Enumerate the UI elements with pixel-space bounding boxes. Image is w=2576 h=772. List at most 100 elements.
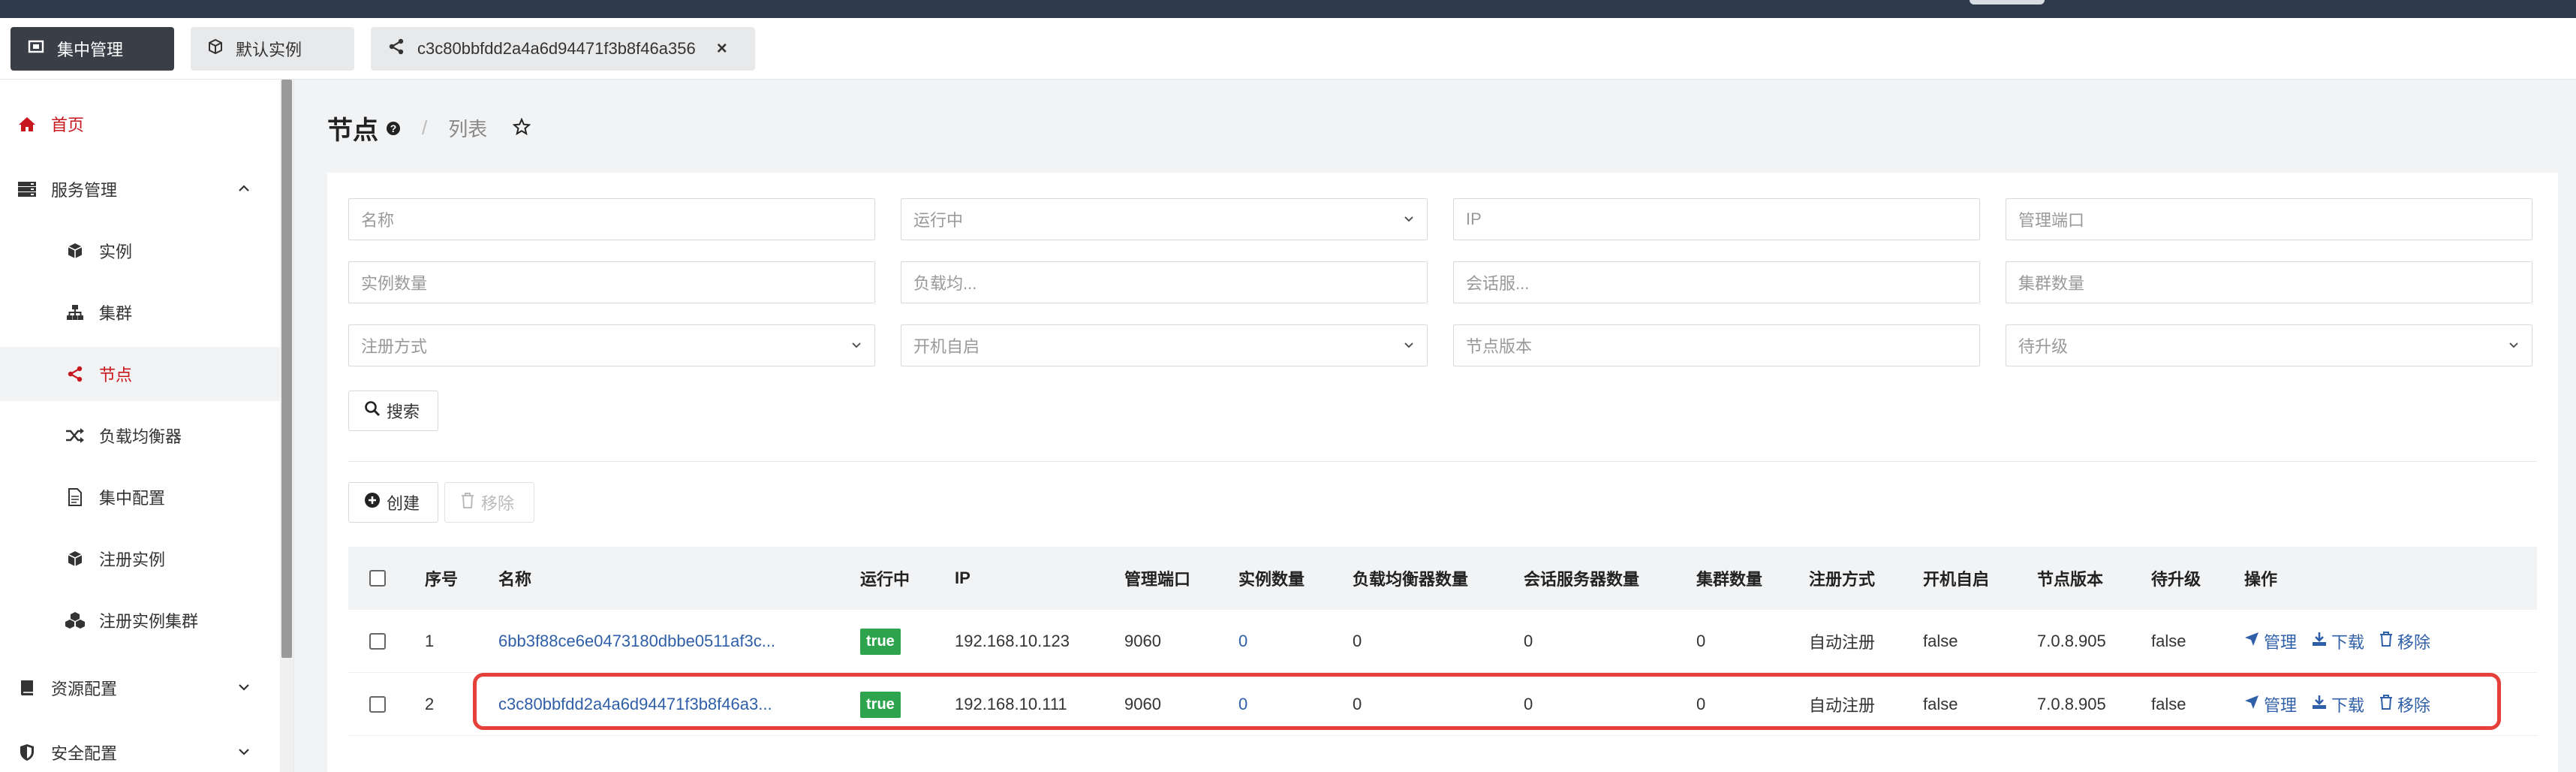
column-header[interactable]: 会话服务器数量 xyxy=(1524,547,1639,610)
filter-mgmt-port-input[interactable]: 管理端口 xyxy=(2006,198,2532,240)
column-header[interactable]: 集群数量 xyxy=(1696,547,1762,610)
question-circle-icon[interactable]: ? xyxy=(386,113,401,143)
close-icon[interactable]: × xyxy=(717,38,727,59)
row-checkbox[interactable] xyxy=(369,696,386,713)
list-card: 名称 运行中 IP 管理端口 实例数量 负载均... 会话服... 集群数量 注… xyxy=(327,173,2558,772)
sidebar-item-central-config[interactable]: 集中配置 xyxy=(0,470,281,524)
star-icon[interactable] xyxy=(512,113,531,143)
sidebar-item-node[interactable]: 节点 xyxy=(0,347,281,401)
tab-label: c3c80bbfdd2a4a6d94471f3b8f46a356 xyxy=(417,39,696,58)
sidebar-item-label: 实例 xyxy=(99,243,133,261)
column-header[interactable]: 名称 xyxy=(498,547,531,610)
manage-action[interactable]: 管理 xyxy=(2244,629,2297,653)
chevron-down-icon xyxy=(850,337,862,358)
tab-default-instance[interactable]: 默认实例 xyxy=(191,27,354,71)
row-select-cell xyxy=(369,673,386,736)
header-button[interactable] xyxy=(1970,0,2045,5)
filter-upgrade-select[interactable]: 待升级 xyxy=(2006,324,2532,366)
table-row[interactable]: 1 6bb3f88ce6e0473180dbbe0511af3c... true… xyxy=(348,610,2537,673)
sidebar-item-instance[interactable]: 实例 xyxy=(0,224,281,278)
autostart-cell: false xyxy=(1923,632,1958,650)
select-all-cell xyxy=(369,547,386,610)
column-header[interactable]: 待升级 xyxy=(2151,547,2201,610)
svg-text:?: ? xyxy=(390,122,397,134)
file-icon xyxy=(63,488,87,506)
sidebar-scrollbar-thumb[interactable] xyxy=(281,80,292,658)
filter-ip-input[interactable]: IP xyxy=(1453,198,1980,240)
column-header[interactable]: 实例数量 xyxy=(1238,547,1305,610)
column-header[interactable]: IP xyxy=(955,547,971,610)
chevron-down-icon xyxy=(1403,211,1415,232)
select-all-checkbox[interactable] xyxy=(369,570,386,587)
cluster-count-cell: 0 xyxy=(1696,632,1706,650)
running-cell: true xyxy=(860,610,901,673)
sidebar-item-registered-instance-cluster[interactable]: 注册实例集群 xyxy=(0,593,281,647)
column-header[interactable]: 序号 xyxy=(425,547,458,610)
filter-name-input[interactable]: 名称 xyxy=(348,198,875,240)
column-header[interactable]: 注册方式 xyxy=(1809,547,1875,610)
filter-register-mode-select[interactable]: 注册方式 xyxy=(348,324,875,366)
filter-session-server-input[interactable]: 会话服... xyxy=(1453,261,1980,303)
sidebar-item-label: 集群 xyxy=(99,304,133,323)
cube-icon xyxy=(63,242,87,260)
divider xyxy=(348,461,2537,462)
share-icon xyxy=(63,365,87,383)
trash-icon xyxy=(2379,632,2393,651)
remove-action[interactable]: 移除 xyxy=(2379,629,2430,653)
column-header[interactable]: 开机自启 xyxy=(1923,547,1989,610)
sitemap-icon xyxy=(63,304,87,321)
tab-node-detail[interactable]: c3c80bbfdd2a4a6d94471f3b8f46a356 × xyxy=(371,27,755,71)
column-header[interactable]: 节点版本 xyxy=(2037,547,2103,610)
select-value: 注册方式 xyxy=(361,337,428,356)
download-icon xyxy=(2312,632,2327,651)
download-action[interactable]: 下载 xyxy=(2312,629,2364,653)
filter-running-select[interactable]: 运行中 xyxy=(901,198,1428,240)
session-count-cell: 0 xyxy=(1524,695,1533,713)
download-action[interactable]: 下载 xyxy=(2312,692,2364,716)
lb-count-cell: 0 xyxy=(1353,632,1362,650)
sidebar-scrollbar[interactable] xyxy=(280,80,293,772)
chevron-down-icon xyxy=(2508,337,2520,358)
share-icon xyxy=(387,38,405,60)
sidebar-item-resource-config[interactable]: 资源配置 xyxy=(0,661,281,715)
select-value: 开机自启 xyxy=(913,337,980,356)
instance-count-link[interactable]: 0 xyxy=(1238,610,1247,673)
sidebar-item-cluster[interactable]: 集群 xyxy=(0,285,281,339)
remove-action[interactable]: 移除 xyxy=(2379,692,2430,716)
sidebar-item-home[interactable]: 首页 xyxy=(0,97,281,151)
filter-load-balancer-input[interactable]: 负载均... xyxy=(901,261,1428,303)
node-name-link[interactable]: c3c80bbfdd2a4a6d94471f3b8f46a3... xyxy=(498,673,772,736)
cubes-icon xyxy=(63,611,87,629)
tab-centralized-management[interactable]: 集中管理 xyxy=(11,27,174,71)
cube-icon xyxy=(63,550,87,568)
table-row[interactable]: 2 c3c80bbfdd2a4a6d94471f3b8f46a3... true… xyxy=(348,673,2537,736)
top-header-bar xyxy=(0,0,2576,18)
node-name-link[interactable]: 6bb3f88ce6e0473180dbbe0511af3c... xyxy=(498,610,775,673)
select-value: 待升级 xyxy=(2018,337,2069,356)
remove-selected-button[interactable]: 移除 xyxy=(444,482,534,523)
row-checkbox[interactable] xyxy=(369,633,386,650)
manage-action[interactable]: 管理 xyxy=(2244,692,2297,716)
filter-autostart-select[interactable]: 开机自启 xyxy=(901,324,1428,366)
sidebar-item-label: 安全配置 xyxy=(51,744,118,763)
filter-cluster-count-input[interactable]: 集群数量 xyxy=(2006,261,2532,303)
column-header[interactable]: 负载均衡器数量 xyxy=(1353,547,1468,610)
create-button[interactable]: 创建 xyxy=(348,482,438,523)
download-label: 下载 xyxy=(2331,696,2365,715)
search-button[interactable]: 搜索 xyxy=(348,391,438,431)
filter-node-version-input[interactable]: 节点版本 xyxy=(1453,324,1980,366)
main-content: 节点 ? / 列表 名称 运行中 IP 管理端口 实例数量 负载均... 会话服… xyxy=(294,80,2576,772)
column-header[interactable]: 运行中 xyxy=(860,547,910,610)
column-header[interactable]: 管理端口 xyxy=(1124,547,1190,610)
cube-icon xyxy=(207,38,224,59)
sidebar-item-registered-instance[interactable]: 注册实例 xyxy=(0,532,281,586)
sidebar-item-security-config[interactable]: 安全配置 xyxy=(0,725,281,772)
instance-count-link[interactable]: 0 xyxy=(1238,673,1247,736)
actions-cell: 管理 下载 移除 xyxy=(2244,610,2445,673)
sidebar-item-load-balancer[interactable]: 负载均衡器 xyxy=(0,409,281,463)
filter-instance-count-input[interactable]: 实例数量 xyxy=(348,261,875,303)
sidebar-item-service-management[interactable]: 服务管理 xyxy=(0,162,281,216)
server-icon xyxy=(15,181,39,198)
book-icon xyxy=(15,679,39,697)
upgrade-cell: false xyxy=(2151,695,2186,713)
